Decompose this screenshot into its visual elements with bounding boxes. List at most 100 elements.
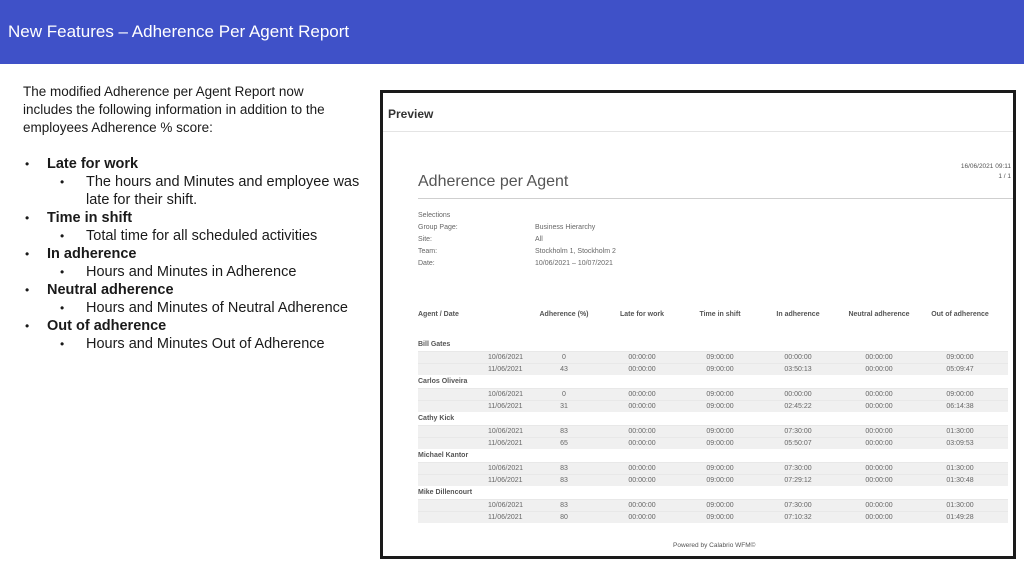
feature-title: Time in shift [47,210,133,226]
table-cell: 00:00:00 [865,502,893,509]
table-row: 11/06/2021 83 00:00:00 09:00:00 07:29:12 00:0… [418,474,1008,486]
table-cell: 00:00:00 [628,514,656,521]
selection-label: Date: [418,260,435,267]
report-timestamp: 16/06/2021 09:11 1 / 1 [951,162,1011,182]
table-cell: 00:00:00 [628,502,656,509]
table-body: Bill Gates 10/06/2021 0 00:00:00 09:00:00 00:… [418,339,1008,523]
table-cell: 00:00:00 [784,354,812,361]
table-row: 11/06/2021 80 00:00:00 09:00:00 07:10:32 00:0… [418,511,1008,523]
table-cell: 09:00:00 [706,477,734,484]
feature-in-adherence: In adherence Hours and Minutes in Adhere… [23,245,363,281]
table-row: 10/06/2021 0 00:00:00 09:00:00 00:00:00 00:00… [418,388,1008,400]
selection-label: Team: [418,248,438,255]
table-cell: 01:30:00 [946,428,974,435]
feature-description: Hours and Minutes in Adherence [47,263,363,281]
table-cell: 00:00:00 [865,477,893,484]
table-cell: 11/06/2021 [488,366,523,373]
report-date: 16/06/2021 09:11 [960,163,1011,170]
powered-by-footer: Powered by Calabrio WFM© [673,542,756,549]
selection-value: All [535,236,543,243]
table-cell: 09:00:00 [706,465,734,472]
selection-row: Date: 10/06/2021 – 10/07/2021 [418,258,735,270]
table-cell: 83 [560,477,568,484]
table-cell: 01:30:48 [946,477,974,484]
report-page: 1 / 1 [998,173,1011,180]
table-cell: 10/06/2021 [488,428,524,435]
adherence-table: Agent / Date Adherence (%) Late for work… [418,309,1008,524]
agent-name: Cathy Kick [418,415,455,422]
table-cell: 00:00:00 [865,366,893,373]
selection-row: Group Page: Business Hierarchy [418,222,735,234]
table-row: 11/06/2021 43 00:00:00 09:00:00 03:50:13 00:0… [418,363,1008,375]
agent-name: Bill Gates [418,341,451,348]
table-cell: 01:49:28 [946,514,974,521]
table-cell: 01:30:00 [946,465,974,472]
table-cell: 09:00:00 [706,391,734,398]
column-header: Adherence (%) [539,311,589,318]
table-cell: 10/06/2021 [488,354,524,361]
feature-title: Late for work [47,156,139,172]
table-cell: 00:00:00 [628,428,656,435]
selection-value: Business Hierarchy [535,224,596,231]
column-header: Late for work [620,311,664,318]
table-cell: 00:00:00 [865,354,893,361]
table-cell: 83 [560,428,568,435]
agent-group: Carlos Oliveira 10/06/2021 0 00:00:00 09:00:… [418,376,1008,412]
table-cell: 09:00:00 [706,440,734,447]
table-cell: 00:00:00 [628,354,656,361]
selection-label: Site: [418,236,433,243]
table-cell: 09:00:00 [706,354,734,361]
intro-text: The modified Adherence per Agent Report … [23,84,325,135]
table-cell: 00:00:00 [628,440,656,447]
table-header: Agent / Date Adherence (%) Late for work… [418,309,1008,321]
selection-value: Stockholm 1, Stockholm 2 [535,248,616,255]
table-cell: 07:30:00 [784,502,812,509]
table-cell: 09:00:00 [706,366,734,373]
slide-header: New Features – Adherence Per Agent Repor… [0,0,1024,64]
table-cell: 11/06/2021 [488,514,523,521]
selection-value: 10/06/2021 – 10/07/2021 [535,260,613,267]
table-cell: 07:30:00 [784,428,812,435]
feature-description: Hours and Minutes Out of Adherence [47,335,363,353]
preview-divider [383,131,1013,132]
agent-name: Michael Kantor [418,452,469,459]
table-row: 10/06/2021 83 00:00:00 09:00:00 07:30:00 00:0… [418,425,1008,437]
table-cell: 00:00:00 [865,465,893,472]
feature-time-in-shift: Time in shift Total time for all schedul… [23,209,363,245]
table-cell: 11/06/2021 [488,403,523,410]
table-cell: 00:00:00 [628,391,656,398]
agent-group: Mike Dillencourt 10/06/2021 83 00:00:00 09:0… [418,487,1008,523]
report-title: Adherence per Agent [418,173,569,190]
table-row: 11/06/2021 31 00:00:00 09:00:00 02:45:22 00:0… [418,400,1008,412]
agent-group: Cathy Kick 10/06/2021 83 00:00:00 09:00:00 07… [418,413,1008,449]
table-cell: 80 [560,514,568,521]
agent-name: Mike Dillencourt [418,489,473,496]
table-cell: 05:09:47 [946,366,974,373]
table-cell: 00:00:00 [628,465,656,472]
table-cell: 07:30:00 [784,465,812,472]
table-cell: 06:14:38 [946,403,974,410]
table-cell: 05:50:07 [784,440,812,447]
table-cell: 43 [560,366,568,373]
table-cell: 09:00:00 [946,391,974,398]
selection-row: Selections [418,210,735,222]
table-cell: 02:45:22 [784,403,812,410]
table-cell: 07:10:32 [784,514,812,521]
feature-title: Neutral adherence [47,282,174,298]
table-cell: 10/06/2021 [488,502,524,509]
table-cell: 65 [560,440,568,447]
feature-late-for-work: Late for work The hours and Minutes and … [23,155,363,209]
report-title-divider [418,198,1013,199]
report-selections: Selections Group Page: Business Hierarch… [418,210,735,270]
table-cell: 0 [562,391,566,398]
table-cell: 09:00:00 [706,403,734,410]
feature-neutral-adherence: Neutral adherence Hours and Minutes of N… [23,281,363,317]
slide-title: New Features – Adherence Per Agent Repor… [8,22,350,41]
table-cell: 00:00:00 [865,428,893,435]
table-row: 11/06/2021 65 00:00:00 09:00:00 05:50:07 00:0… [418,437,1008,449]
table-cell: 83 [560,465,568,472]
table-cell: 00:00:00 [865,514,893,521]
table-cell: 00:00:00 [784,391,812,398]
table-row: 10/06/2021 0 00:00:00 09:00:00 00:00:00 00:00… [418,351,1008,363]
feature-title: Out of adherence [47,318,167,334]
